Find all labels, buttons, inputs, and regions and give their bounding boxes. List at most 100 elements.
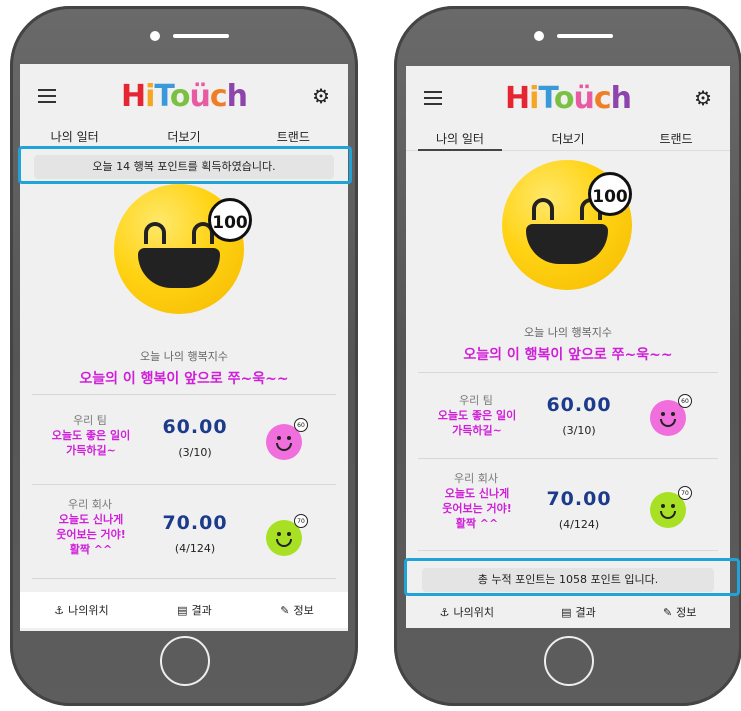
company-score-badge: 70 [294,514,308,528]
pencil-icon: ✎ [662,605,673,619]
team-message: 오늘도 좋은 일이 가득하길~ [422,408,532,438]
today-happiness-label: 오늘 나의 행복지수 [524,326,612,339]
speaker-slot [173,34,229,38]
hitouch-logo: HiToüch [406,82,730,116]
divider [32,394,336,395]
today-happiness-label: 오늘 나의 행복지수 [140,350,228,363]
nav-my-location[interactable]: ⚓ 나의위치 [54,602,108,618]
company-name: 우리 회사 [68,498,112,511]
phone-left: HiToüch ⚙ 나의 일터 더보기 트랜드 오늘 14 행복 포인트를 획득… [10,6,358,706]
pencil-icon: ✎ [280,603,290,617]
team-score: 60.00 [162,416,228,438]
company-message-line: 오늘도 신나게 [58,513,124,526]
smiley-mouth [138,248,220,288]
tab-more[interactable]: 더보기 [129,124,238,148]
company-message-line: 오늘도 신나게 [444,487,510,500]
logo-letter: o [169,79,191,114]
app-header: HiToüch ⚙ [406,66,730,126]
team-name: 우리 팀 [73,414,107,427]
logo-letter: i [145,79,155,114]
gear-icon[interactable]: ⚙ [312,86,330,106]
smiley-mouth [526,224,608,264]
divider [418,550,718,551]
screen-right: HiToüch ⚙ 나의 일터 더보기 트랜드 100 오늘 나의 행복지수 오… [406,66,730,628]
nav-info[interactable]: ✎ 정보 [280,602,313,618]
daily-points-notice: 오늘 14 행복 포인트를 획득하였습니다. [34,155,334,179]
nav-my-location[interactable]: ⚓ 나의위치 [440,604,494,620]
company-name: 우리 회사 [454,472,498,485]
company-message: 오늘도 신나게 웃어보는 거야! 활짝 ^^ [36,512,146,557]
logo-letter: c [209,79,228,114]
today-happiness-message: 오늘의 이 행복이 앞으로 쭈~욱~~ [463,347,673,363]
logo-letter: c [593,81,612,116]
nav-label: 정보 [293,604,314,617]
nav-label: 결과 [575,606,596,619]
nav-info[interactable]: ✎ 정보 [663,604,696,620]
happiness-score-badge: 100 [208,198,252,242]
company-score-badge: 70 [678,486,692,500]
results-icon: ▤ [177,603,188,617]
nav-results[interactable]: ▤ 결과 [177,602,212,618]
team-count: (3/10) [562,424,596,437]
team-score-badge: 60 [678,394,692,408]
hitouch-logo: HiToüch [20,80,348,114]
divider [418,372,718,373]
company-message: 오늘도 신나게 웃어보는 거야! 활짝 ^^ [422,486,532,531]
logo-letter: H [504,81,530,116]
logo-letter: o [553,81,575,116]
nav-label: 정보 [676,606,697,619]
speaker-slot [557,34,613,38]
tab-more[interactable]: 더보기 [514,126,622,150]
nav-label: 결과 [191,604,212,617]
divider [418,458,718,459]
gear-icon[interactable]: ⚙ [694,88,712,108]
company-count: (4/124) [174,542,216,555]
team-name: 우리 팀 [459,394,493,407]
today-happiness-message: 오늘의 이 행복이 앞으로 쭈~욱~~ [79,371,289,387]
tab-trend[interactable]: 트랜드 [622,126,730,150]
tab-my-workplace[interactable]: 나의 일터 [20,124,129,149]
company-message-line: 활짝 ^^ [69,543,113,556]
logo-letter: h [610,81,632,116]
home-button[interactable] [160,636,210,686]
team-score: 60.00 [546,394,612,416]
location-icon: ⚓ [439,605,450,619]
company-score: 70.00 [546,488,612,510]
team-score-badge: 60 [294,418,308,432]
company-message-line: 활짝 ^^ [455,517,499,530]
logo-letter: h [226,79,248,114]
nav-label: 나의위치 [453,606,494,619]
nav-label: 나의위치 [68,604,109,617]
team-message-line: 오늘도 좋은 일이 [437,409,517,422]
company-count: (4/124) [558,518,600,531]
company-message-line: 웃어보는 거야! [56,528,126,541]
logo-letter: T [154,79,171,114]
home-button[interactable] [544,636,594,686]
bottom-navigation: ⚓ 나의위치 ▤ 결과 ✎ 정보 [406,594,730,628]
team-message-line: 가득하길~ [66,444,116,457]
app-header: HiToüch ⚙ [20,64,348,124]
tab-my-workplace[interactable]: 나의 일터 [406,126,514,151]
logo-letter: H [120,79,146,114]
logo-letter: ü [189,79,211,114]
camera-dot [150,31,160,41]
team-count: (3/10) [178,446,212,459]
bottom-navigation: ⚓ 나의위치 ▤ 결과 ✎ 정보 [20,592,348,628]
company-message-line: 웃어보는 거야! [442,502,512,515]
divider [32,484,336,485]
phone-right: HiToüch ⚙ 나의 일터 더보기 트랜드 100 오늘 나의 행복지수 오… [394,6,741,706]
tab-trend[interactable]: 트랜드 [239,124,348,148]
nav-results[interactable]: ▤ 결과 [561,604,596,620]
tab-bar: 나의 일터 더보기 트랜드 [406,126,730,151]
happiness-score-badge: 100 [588,172,632,216]
smiley-eye [532,198,554,220]
camera-dot [534,31,544,41]
smiley-eye [144,222,166,244]
logo-letter: T [538,81,555,116]
company-score: 70.00 [162,512,228,534]
logo-letter: ü [573,81,595,116]
team-message-line: 오늘도 좋은 일이 [51,429,131,442]
team-message: 오늘도 좋은 일이 가득하길~ [36,428,146,458]
divider [32,578,336,579]
results-icon: ▤ [561,605,572,619]
